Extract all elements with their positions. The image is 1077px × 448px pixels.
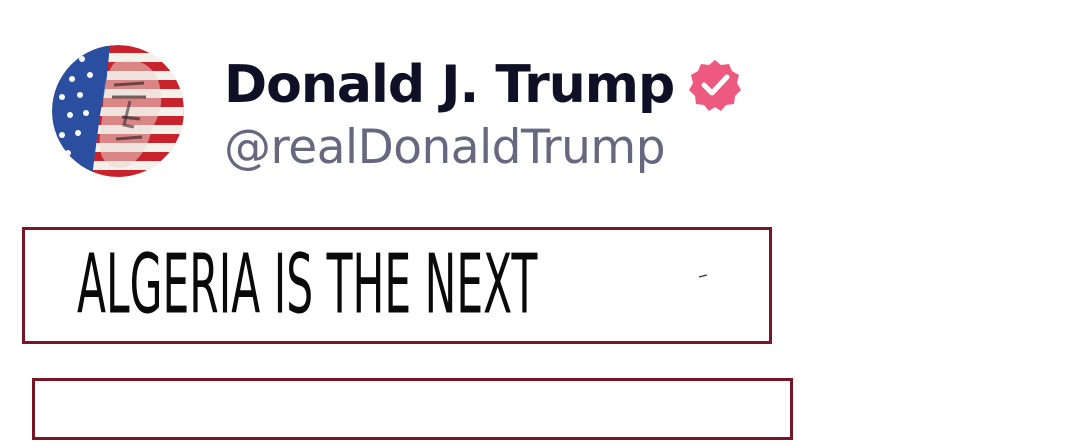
empty-text-box [32,378,793,440]
author-handle[interactable]: @realDonaldTrump [224,124,666,171]
author-name-row: Donald J. Trump [224,50,742,120]
verified-badge-icon [689,60,742,111]
flag-portrait-avatar-icon [52,45,184,177]
stray-mark [698,274,708,278]
author-display-name[interactable]: Donald J. Trump [224,59,675,111]
author-avatar[interactable] [52,45,184,177]
headline-text: ALGERIA IS THE NEXT [77,236,538,332]
headline-box: ALGERIA IS THE NEXT [22,227,772,344]
